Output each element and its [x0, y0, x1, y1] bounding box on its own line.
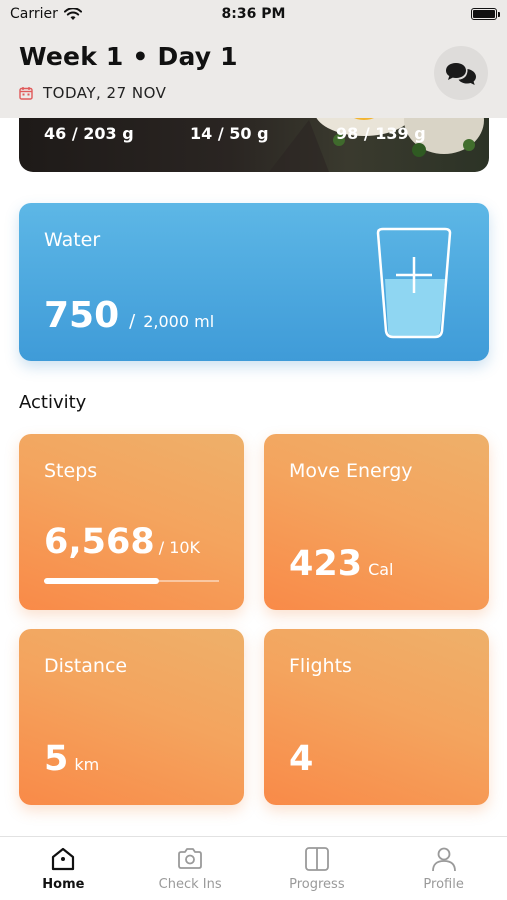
move-energy-value: 423 [289, 544, 363, 584]
date-label: TODAY, 27 NOV [43, 84, 167, 102]
protein-value: 98 / 139 g [336, 124, 426, 143]
add-water-glass-icon[interactable] [375, 227, 453, 339]
tab-profile[interactable]: Profile [380, 837, 507, 900]
tab-home[interactable]: Home [0, 837, 127, 900]
steps-goal: / 10K [158, 538, 201, 557]
distance-value-row: 5 km [44, 739, 99, 779]
steps-progress-fill [44, 578, 159, 584]
move-energy-label: Move Energy [289, 460, 413, 482]
flights-label: Flights [289, 655, 352, 677]
tab-home-label: Home [42, 877, 85, 892]
fat-value: 14 / 50 g [190, 124, 269, 143]
tab-bar: Home Check Ins Progress Profile [0, 836, 507, 900]
steps-value: 6,568 [44, 522, 155, 562]
move-energy-unit: Cal [368, 560, 394, 579]
status-time: 8:36 PM [221, 6, 286, 22]
person-icon [431, 847, 456, 872]
steps-progress-bar [44, 578, 219, 584]
distance-label: Distance [44, 655, 128, 677]
distance-value: 5 [44, 739, 69, 779]
water-value: 750 / 2,000 ml [44, 295, 214, 336]
calendar-icon [19, 87, 33, 100]
chat-button[interactable] [434, 46, 488, 100]
carbs-value: 46 / 203 g [44, 124, 134, 143]
water-current: 750 [44, 295, 120, 336]
tab-progress-label: Progress [289, 877, 345, 892]
date-row: TODAY, 27 NOV [19, 84, 166, 102]
activity-section-title: Activity [19, 392, 87, 413]
steps-tile[interactable]: Steps 6,568 / 10K [19, 434, 244, 610]
chat-bubbles-icon [446, 63, 476, 85]
tab-progress[interactable]: Progress [254, 837, 381, 900]
water-goal: 2,000 ml [143, 312, 215, 331]
status-bar: Carrier 8:36 PM [0, 0, 507, 28]
water-label: Water [44, 229, 101, 251]
move-energy-value-row: 423 Cal [289, 544, 393, 584]
tab-profile-label: Profile [423, 877, 464, 892]
book-icon [304, 847, 329, 871]
tab-check-ins[interactable]: Check Ins [127, 837, 254, 900]
water-card[interactable]: Water 750 / 2,000 ml [19, 203, 489, 361]
move-energy-tile[interactable]: Move Energy 423 Cal [264, 434, 489, 610]
page-title: Week 1 • Day 1 [19, 42, 238, 71]
flights-value: 4 [289, 739, 314, 779]
battery-icon [471, 8, 500, 20]
steps-value-row: 6,568 / 10K [44, 522, 200, 562]
distance-tile[interactable]: Distance 5 km [19, 629, 244, 805]
water-separator: / [129, 311, 136, 332]
home-icon [52, 847, 75, 871]
flights-tile[interactable]: Flights 4 [264, 629, 489, 805]
steps-label: Steps [44, 460, 98, 482]
tab-check-ins-label: Check Ins [158, 877, 222, 892]
flights-value-row: 4 [289, 739, 313, 779]
header: Carrier 8:36 PM Week 1 • Day 1 TODAY, 27… [0, 0, 507, 118]
distance-unit: km [74, 755, 100, 774]
camera-icon [178, 848, 203, 869]
